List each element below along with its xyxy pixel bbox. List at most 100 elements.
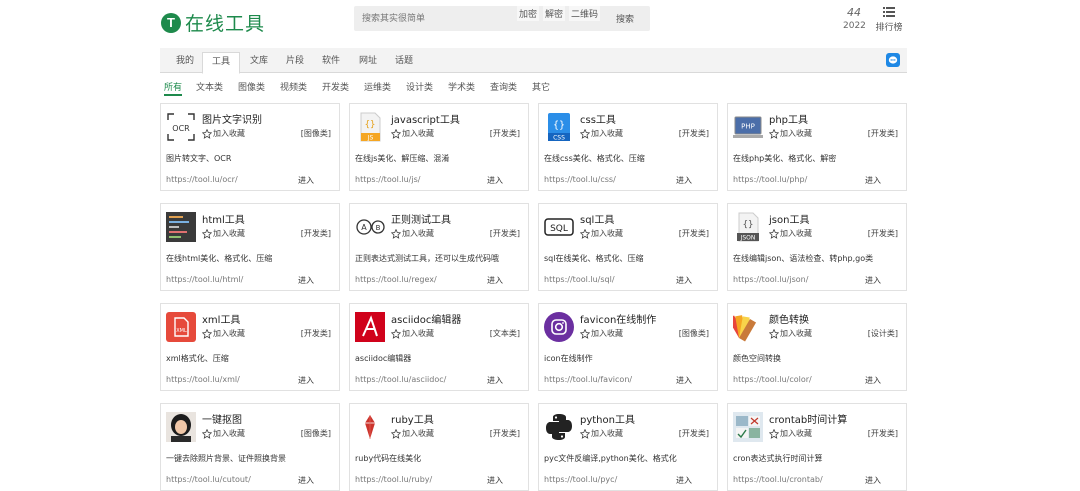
add-favorite-button[interactable]: 加入收藏 <box>769 228 812 239</box>
enter-button[interactable]: 进入 <box>298 475 314 486</box>
regex-icon[interactable]: AB <box>355 212 385 242</box>
category-video[interactable]: 视频类 <box>280 80 307 93</box>
category-other[interactable]: 其它 <box>532 80 550 93</box>
rank-button[interactable]: 排行榜 <box>875 7 903 33</box>
card-title[interactable]: css工具 <box>580 111 616 126</box>
card-title[interactable]: python工具 <box>580 411 635 426</box>
category-dev[interactable]: 开发类 <box>322 80 349 93</box>
tool-card[interactable]: favicon在线制作 加入收藏 [图像类] icon在线制作 https://tool… <box>538 303 718 391</box>
tool-card[interactable]: asciidoc编辑器 加入收藏 [文本类] asciidoc编辑器 https://t… <box>349 303 529 391</box>
card-title[interactable]: favicon在线制作 <box>580 311 656 326</box>
tool-card[interactable]: XML xml工具 加入收藏 [开发类] xml格式化、压缩 https://tool.l… <box>160 303 340 391</box>
card-title[interactable]: crontab时间计算 <box>769 411 847 426</box>
card-title[interactable]: asciidoc编辑器 <box>391 311 461 326</box>
add-favorite-button[interactable]: 加入收藏 <box>769 128 812 139</box>
add-favorite-button[interactable]: 加入收藏 <box>202 428 245 439</box>
site-logo[interactable]: T 在线工具 <box>161 9 265 36</box>
card-title[interactable]: json工具 <box>769 211 809 226</box>
crontab-icon[interactable] <box>733 412 763 442</box>
card-title[interactable]: 颜色转换 <box>769 311 809 326</box>
category-ops[interactable]: 运维类 <box>364 80 391 93</box>
enter-button[interactable]: 进入 <box>676 175 692 186</box>
ocr-icon[interactable]: OCR <box>166 112 196 142</box>
tool-card[interactable]: html工具 加入收藏 [开发类] 在线html美化、格式化、压缩 https://to… <box>160 203 340 291</box>
chat-button[interactable] <box>886 53 900 67</box>
tool-card[interactable]: {} JSON json工具 加入收藏 [开发类] 在线编辑json、语法检查、转php,… <box>727 203 907 291</box>
enter-button[interactable]: 进入 <box>487 175 503 186</box>
card-title[interactable]: sql工具 <box>580 211 614 226</box>
category-all[interactable]: 所有 <box>164 80 182 93</box>
add-favorite-button[interactable]: 加入收藏 <box>391 128 434 139</box>
enter-button[interactable]: 进入 <box>298 175 314 186</box>
card-title[interactable]: php工具 <box>769 111 808 126</box>
card-title[interactable]: 正则测试工具 <box>391 211 451 226</box>
tool-card[interactable]: 一键抠图 加入收藏 [图像类] 一键去除照片背景、证件照换背景 https://tool… <box>160 403 340 491</box>
python-logo-icon[interactable] <box>544 412 574 442</box>
enter-button[interactable]: 进入 <box>487 375 503 386</box>
add-favorite-button[interactable]: 加入收藏 <box>202 228 245 239</box>
enter-button[interactable]: 进入 <box>298 275 314 286</box>
sql-icon[interactable]: SQL <box>544 212 574 242</box>
tool-card[interactable]: OCR 图片文字识别 加入收藏 [图像类] 图片转文字、OCR https://tool.… <box>160 103 340 191</box>
tool-card[interactable]: python工具 加入收藏 [开发类] pyc文件反编译,python美化、格式化 ht… <box>538 403 718 491</box>
tool-card[interactable]: {} CSS css工具 加入收藏 [开发类] 在线css美化、格式化、压缩 https:/… <box>538 103 718 191</box>
asciidoc-icon[interactable] <box>355 312 385 342</box>
enter-button[interactable]: 进入 <box>865 375 881 386</box>
add-favorite-button[interactable]: 加入收藏 <box>580 128 623 139</box>
tab-websites[interactable]: 网址 <box>355 52 381 74</box>
enter-button[interactable]: 进入 <box>298 375 314 386</box>
tab-mine[interactable]: 我的 <box>172 52 198 74</box>
tool-card[interactable]: ruby工具 加入收藏 [开发类] ruby代码在线美化 https://tool.lu… <box>349 403 529 491</box>
html-code-icon[interactable] <box>166 212 196 242</box>
tab-tools[interactable]: 工具 <box>202 52 240 74</box>
search-tag-encrypt[interactable]: 加密 <box>517 6 540 21</box>
tab-topics[interactable]: 话题 <box>391 52 417 74</box>
enter-button[interactable]: 进入 <box>487 275 503 286</box>
tool-card[interactable]: A B 正则测试工具 加入收藏 [开发类] 正则表达式测试工具，还可以生成代码哦 https… <box>349 203 529 291</box>
tool-card[interactable]: crontab时间计算 加入收藏 [开发类] cron表达式执行时间计算 https:/… <box>727 403 907 491</box>
ruby-gem-icon[interactable] <box>355 412 385 442</box>
favicon-camera-icon[interactable] <box>544 312 574 342</box>
search-tag-decrypt[interactable]: 解密 <box>543 6 566 21</box>
category-design[interactable]: 设计类 <box>406 80 433 93</box>
enter-button[interactable]: 进入 <box>676 475 692 486</box>
add-favorite-button[interactable]: 加入收藏 <box>580 228 623 239</box>
add-favorite-button[interactable]: 加入收藏 <box>391 428 434 439</box>
card-title[interactable]: xml工具 <box>202 311 240 326</box>
tool-card[interactable]: 颜色转换 加入收藏 [设计类] 颜色空间转换 https://tool.lu/color… <box>727 303 907 391</box>
php-icon[interactable]: PHP <box>733 112 763 142</box>
category-text[interactable]: 文本类 <box>196 80 223 93</box>
category-academic[interactable]: 学术类 <box>448 80 475 93</box>
tab-software[interactable]: 软件 <box>318 52 344 74</box>
portrait-icon[interactable] <box>166 412 196 442</box>
enter-button[interactable]: 进入 <box>676 375 692 386</box>
xml-file-icon[interactable]: XML <box>166 312 196 342</box>
add-favorite-button[interactable]: 加入收藏 <box>769 428 812 439</box>
search-tag-qrcode[interactable]: 二维码 <box>569 6 601 21</box>
tool-card[interactable]: PHP php工具 加入收藏 [开发类] 在线php美化、格式化、解密 https://t… <box>727 103 907 191</box>
enter-button[interactable]: 进入 <box>865 275 881 286</box>
enter-button[interactable]: 进入 <box>676 275 692 286</box>
tab-library[interactable]: 文库 <box>246 52 272 74</box>
color-swatch-icon[interactable] <box>728 312 763 342</box>
js-file-icon[interactable]: {} JS <box>355 112 385 142</box>
add-favorite-button[interactable]: 加入收藏 <box>580 428 623 439</box>
css-file-icon[interactable]: {} CSS <box>544 112 574 142</box>
category-query[interactable]: 查询类 <box>490 80 517 93</box>
add-favorite-button[interactable]: 加入收藏 <box>202 128 245 139</box>
card-title[interactable]: javascript工具 <box>391 111 460 126</box>
card-title[interactable]: 一键抠图 <box>202 411 242 426</box>
enter-button[interactable]: 进入 <box>865 475 881 486</box>
add-favorite-button[interactable]: 加入收藏 <box>202 328 245 339</box>
tab-snippets[interactable]: 片段 <box>282 52 308 74</box>
add-favorite-button[interactable]: 加入收藏 <box>391 228 434 239</box>
search-button[interactable]: 搜索 <box>616 12 634 25</box>
add-favorite-button[interactable]: 加入收藏 <box>391 328 434 339</box>
add-favorite-button[interactable]: 加入收藏 <box>769 328 812 339</box>
enter-button[interactable]: 进入 <box>487 475 503 486</box>
card-title[interactable]: ruby工具 <box>391 411 434 426</box>
search-input[interactable] <box>362 6 512 31</box>
card-title[interactable]: html工具 <box>202 211 245 226</box>
json-file-icon[interactable]: {} JSON <box>733 212 763 242</box>
category-image[interactable]: 图像类 <box>238 80 265 93</box>
